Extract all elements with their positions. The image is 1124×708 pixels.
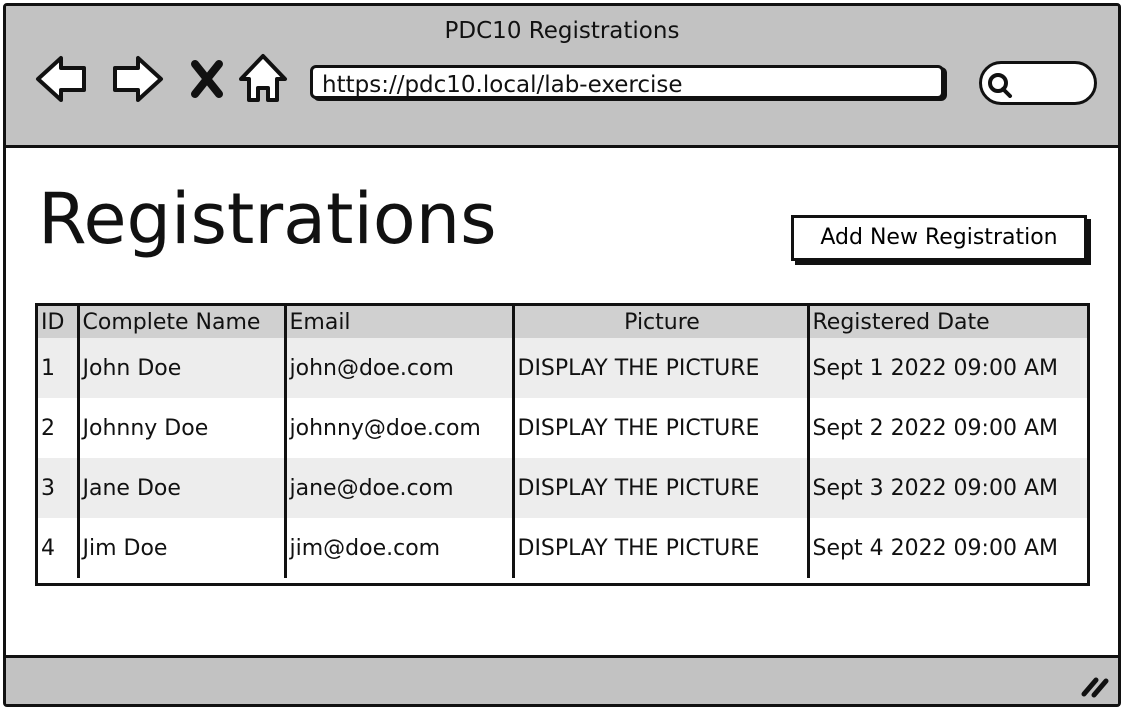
cell-id: 4	[38, 518, 80, 578]
cell-picture: DISPLAY THE PICTURE	[513, 338, 810, 398]
search-field[interactable]	[979, 61, 1097, 105]
cell-id: 3	[38, 458, 80, 518]
cell-picture: DISPLAY THE PICTURE	[513, 518, 810, 578]
status-bar	[6, 655, 1118, 704]
home-icon[interactable]	[233, 46, 293, 110]
cell-complete-name: Johnny Doe	[78, 398, 287, 458]
search-icon	[988, 73, 1012, 98]
table-row[interactable]: 1 John Doe john@doe.com DISPLAY THE PICT…	[38, 338, 1087, 398]
table-header-row: ID Complete Name Email Picture Registere…	[38, 306, 1087, 338]
column-header-email[interactable]: Email	[285, 306, 515, 338]
column-header-picture[interactable]: Picture	[513, 306, 810, 338]
cell-email: john@doe.com	[285, 338, 515, 398]
back-arrow-icon[interactable]	[32, 46, 92, 110]
cell-complete-name: Jane Doe	[78, 458, 287, 518]
cell-email: jim@doe.com	[285, 518, 515, 578]
page-title: Registrations	[38, 178, 497, 260]
cell-picture: DISPLAY THE PICTURE	[513, 458, 810, 518]
cell-registered-date: Sept 1 2022 09:00 AM	[808, 338, 1087, 398]
cell-id: 1	[38, 338, 80, 398]
registrations-table: ID Complete Name Email Picture Registere…	[35, 303, 1090, 586]
resize-grip-icon[interactable]	[1078, 670, 1112, 698]
table-row[interactable]: 3 Jane Doe jane@doe.com DISPLAY THE PICT…	[38, 458, 1087, 518]
close-icon[interactable]	[179, 46, 239, 110]
cell-picture: DISPLAY THE PICTURE	[513, 398, 810, 458]
table-row[interactable]: 2 Johnny Doe johnny@doe.com DISPLAY THE …	[38, 398, 1087, 458]
column-header-registered-date[interactable]: Registered Date	[808, 306, 1087, 338]
cell-registered-date: Sept 4 2022 09:00 AM	[808, 518, 1087, 578]
browser-window: PDC10 Registrations https://pdc10.local/…	[3, 3, 1121, 707]
window-title: PDC10 Registrations	[444, 18, 680, 44]
cell-id: 2	[38, 398, 80, 458]
cell-email: jane@doe.com	[285, 458, 515, 518]
cell-registered-date: Sept 2 2022 09:00 AM	[808, 398, 1087, 458]
add-registration-button[interactable]: Add New Registration	[791, 215, 1087, 261]
table-row[interactable]: 4 Jim Doe jim@doe.com DISPLAY THE PICTUR…	[38, 518, 1087, 578]
forward-arrow-icon[interactable]	[107, 46, 167, 110]
column-header-id[interactable]: ID	[38, 306, 80, 338]
address-bar[interactable]: https://pdc10.local/lab-exercise	[310, 65, 944, 99]
cell-complete-name: Jim Doe	[78, 518, 287, 578]
column-header-complete-name[interactable]: Complete Name	[78, 306, 287, 338]
browser-toolbar: PDC10 Registrations https://pdc10.local/…	[6, 6, 1118, 148]
cell-complete-name: John Doe	[78, 338, 287, 398]
cell-email: johnny@doe.com	[285, 398, 515, 458]
cell-registered-date: Sept 3 2022 09:00 AM	[808, 458, 1087, 518]
